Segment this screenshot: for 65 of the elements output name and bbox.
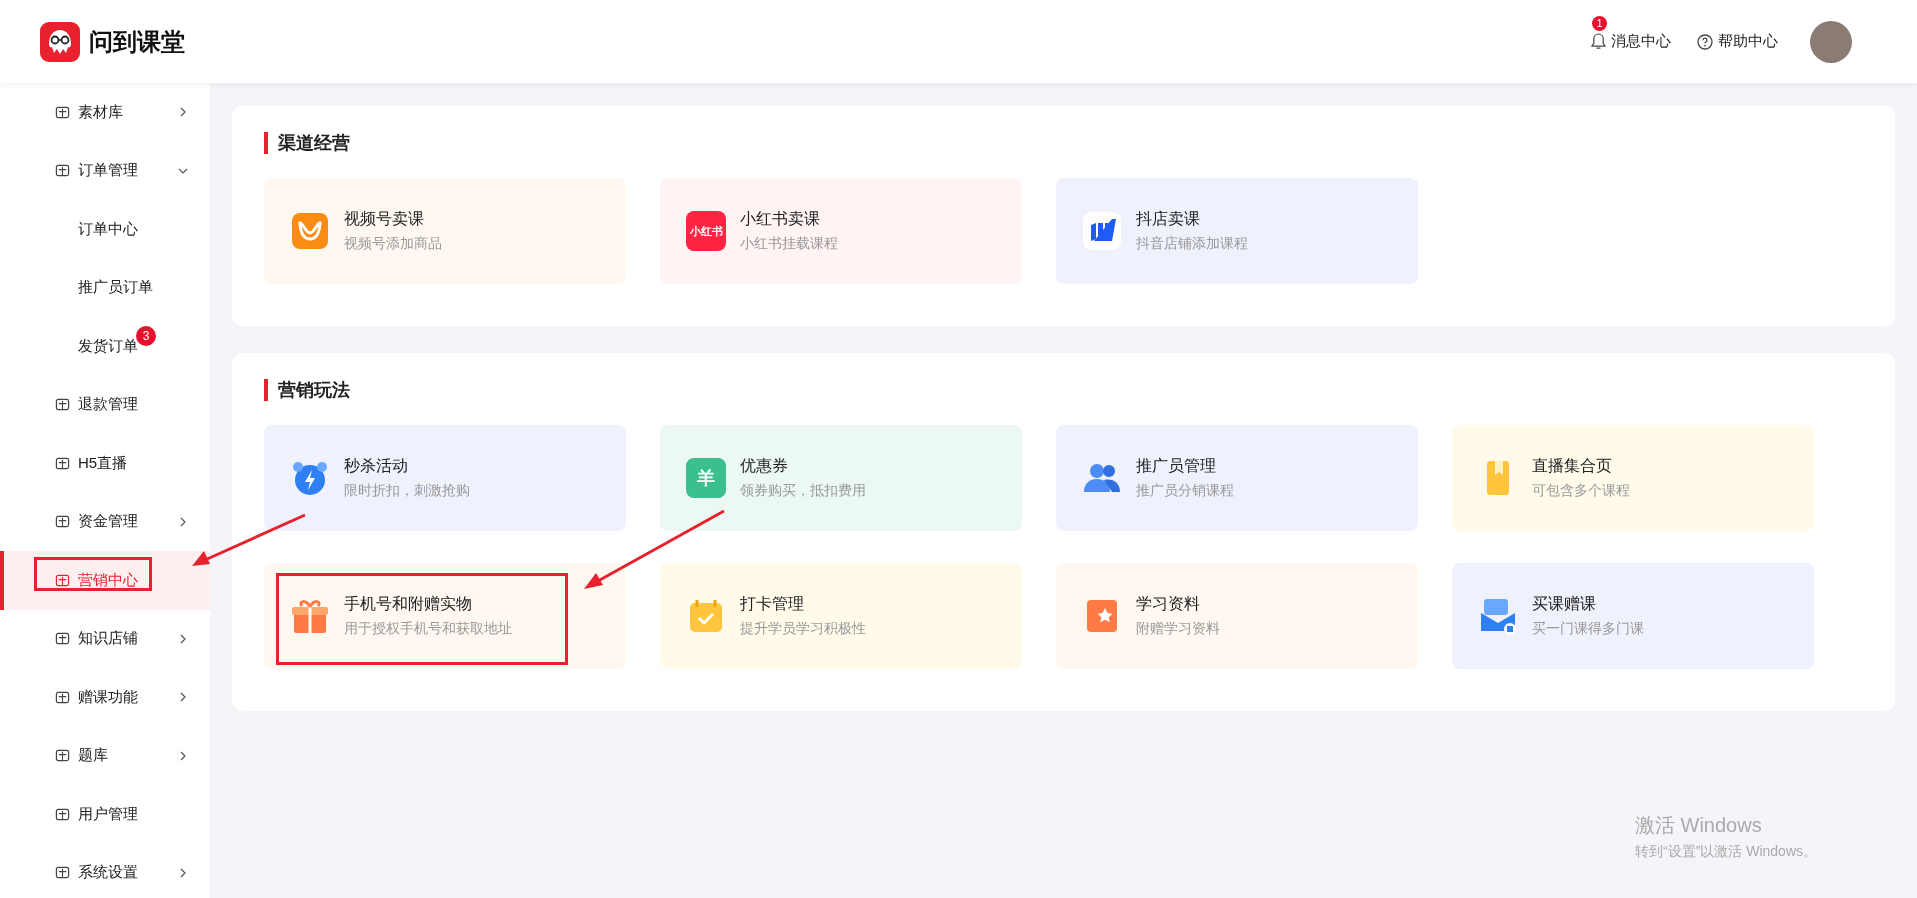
sidebar-item[interactable]: 知识店铺 bbox=[0, 609, 210, 668]
feature-card[interactable]: 视频号卖课 视频号添加商品 bbox=[264, 178, 626, 284]
count-badge: 3 bbox=[136, 326, 156, 346]
card-title: 视频号卖课 bbox=[344, 209, 425, 229]
card-title: 抖店卖课 bbox=[1136, 209, 1201, 229]
sidebar-item[interactable]: 用户管理 bbox=[0, 785, 210, 844]
card-description: 附赠学习资料 bbox=[1136, 620, 1220, 638]
sidebar-item[interactable]: 系统设置 bbox=[0, 843, 210, 898]
sidebar-subitem[interactable]: 订单中心 bbox=[0, 200, 210, 259]
card-description: 限时折扣，刺激抢购 bbox=[344, 482, 470, 500]
activation-message: 转到“设置”以激活 Windows。 bbox=[1635, 843, 1817, 861]
card-title: 打卡管理 bbox=[740, 594, 805, 614]
section-title: 营销玩法 bbox=[264, 379, 1863, 401]
feature-card[interactable]: 学习资料 附赠学习资料 bbox=[1056, 563, 1418, 669]
feature-card[interactable]: 买课赠课 买一门课得多门课 bbox=[1452, 563, 1814, 669]
sidebar-item[interactable]: 赠课功能 bbox=[0, 668, 210, 727]
notification-badge: 1 bbox=[1592, 15, 1607, 31]
card-title: 小红书卖课 bbox=[740, 209, 821, 229]
card-title: 秒杀活动 bbox=[344, 456, 409, 476]
help-icon bbox=[1697, 33, 1713, 50]
section-title: 渠道经营 bbox=[264, 132, 1863, 154]
sidebar-item[interactable]: 资金管理 bbox=[0, 492, 210, 551]
chart-logo-icon bbox=[1082, 211, 1122, 251]
butterfly-icon bbox=[290, 211, 330, 251]
book-logo-icon: 小红书 bbox=[686, 211, 726, 251]
card-description: 推广员分销课程 bbox=[1136, 482, 1234, 500]
card-description: 提升学员学习积极性 bbox=[740, 620, 866, 638]
sidebar-item[interactable]: 素材库 bbox=[0, 83, 210, 142]
card-description: 领券购买，抵扣费用 bbox=[740, 482, 866, 500]
feature-card[interactable]: 小红书 小红书卖课 小红书挂载课程 bbox=[660, 178, 1022, 284]
feature-card[interactable]: 羊 优惠券 领券购买，抵扣费用 bbox=[660, 425, 1022, 531]
feature-card[interactable]: 手机号和附赠实物 用于授权手机号和获取地址 bbox=[264, 563, 626, 669]
card-title: 直播集合页 bbox=[1532, 456, 1613, 476]
card-description: 用于授权手机号和获取地址 bbox=[344, 620, 512, 638]
help-center-link[interactable]: 帮助中心 bbox=[1697, 32, 1778, 51]
sidebar-item[interactable]: 退款管理 bbox=[0, 375, 210, 434]
sidebar-subitem[interactable]: 推广员订单 bbox=[0, 258, 210, 317]
card-title: 买课赠课 bbox=[1532, 594, 1597, 614]
sidebar-item[interactable]: H5直播 bbox=[0, 434, 210, 493]
octopus-logo-icon bbox=[40, 21, 80, 62]
feature-card[interactable]: 直播集合页 可包含多个课程 bbox=[1452, 425, 1814, 531]
feature-card[interactable]: 打卡管理 提升学员学习积极性 bbox=[660, 563, 1022, 669]
envelope-icon bbox=[1478, 596, 1518, 636]
sidebar-item[interactable]: 订单管理 bbox=[0, 141, 210, 200]
card-description: 小红书挂载课程 bbox=[740, 235, 838, 253]
activation-title: 激活 Windows bbox=[1635, 813, 1763, 838]
card-title: 优惠券 bbox=[740, 456, 789, 476]
sidebar-item[interactable]: 营销中心 bbox=[0, 551, 210, 610]
feature-card[interactable]: 秒杀活动 限时折扣，刺激抢购 bbox=[264, 425, 626, 531]
card-title: 学习资料 bbox=[1136, 594, 1201, 614]
user-avatar[interactable] bbox=[1810, 20, 1852, 63]
sidebar-subitem[interactable]: 发货订单 3 bbox=[0, 317, 210, 376]
card-description: 抖音店铺添加课程 bbox=[1136, 235, 1248, 253]
card-description: 可包含多个课程 bbox=[1532, 482, 1630, 500]
card-title: 手机号和附赠实物 bbox=[344, 594, 473, 614]
feature-card[interactable]: 抖店卖课 抖音店铺添加课程 bbox=[1056, 178, 1418, 284]
card-title: 推广员管理 bbox=[1136, 456, 1217, 476]
bell-icon bbox=[1591, 33, 1606, 50]
sidebar-item[interactable]: 题库 bbox=[0, 726, 210, 785]
ticket-icon: 羊 bbox=[686, 458, 726, 498]
card-description: 视频号添加商品 bbox=[344, 235, 442, 253]
feature-card[interactable]: 推广员管理 推广员分销课程 bbox=[1056, 425, 1418, 531]
card-description: 买一门课得多门课 bbox=[1532, 620, 1644, 638]
message-center-link[interactable]: 消息中心 bbox=[1591, 32, 1671, 51]
app-name: 问到课堂 bbox=[89, 26, 185, 57]
